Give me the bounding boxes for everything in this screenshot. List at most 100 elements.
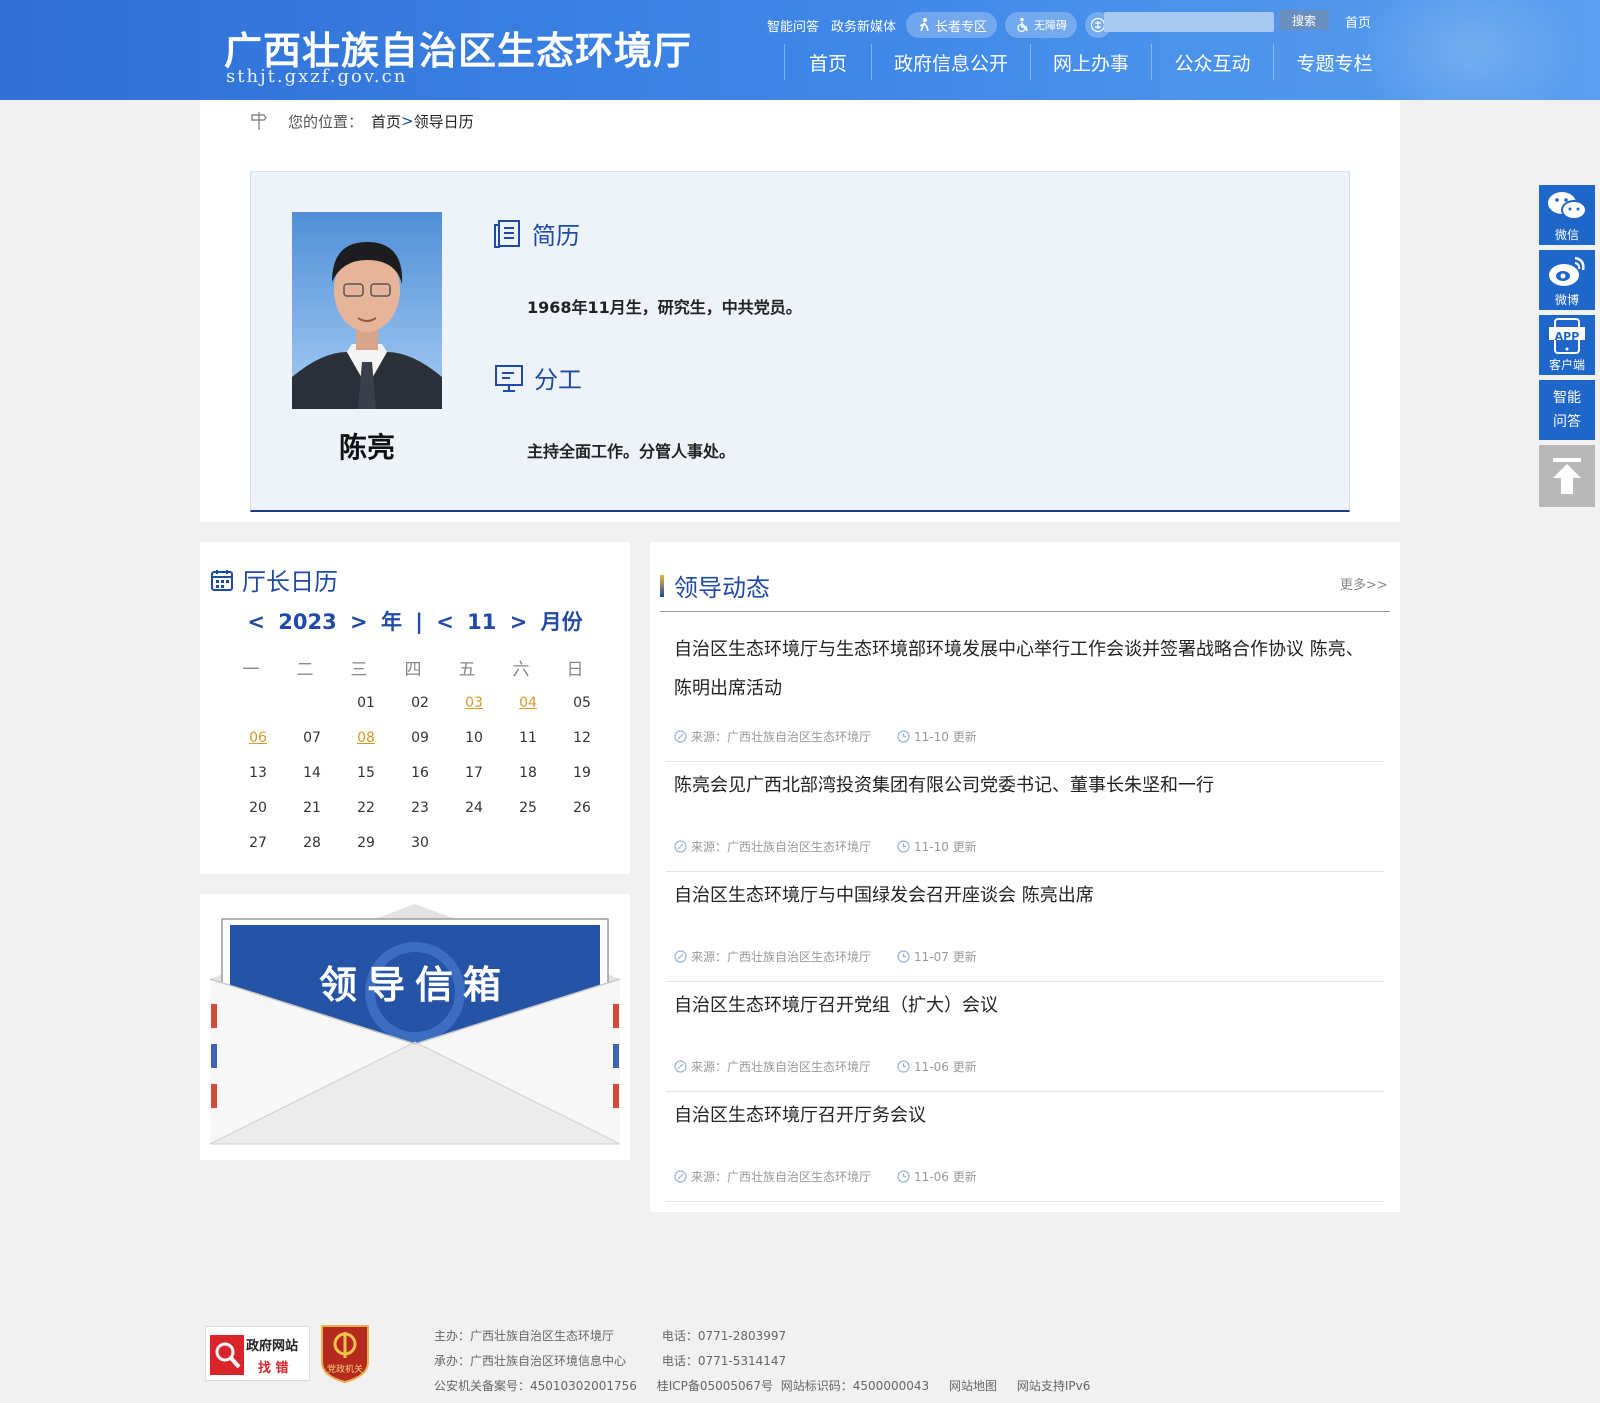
top-link-new-media[interactable]: 政务新媒体 [829,16,898,35]
arrow-up-icon [1553,458,1581,494]
news-more-link[interactable]: 更多>> [1340,574,1388,593]
resume-text: 1968年11月生，研究生，中共党员。 [527,298,802,317]
leader-mailbox-banner[interactable]: 领导信箱 [200,894,630,1160]
news-item-title[interactable]: 自治区生态环境厅与中国绿发会召开座谈会 陈亮出席 [674,876,1364,915]
calendar-day-grid: 01 02 03 04 05 06 07 08 09 10 11 12 13 14 15 16 17 18 19 20… [231,695,609,870]
side-app-label: 客户端 [1548,358,1585,372]
news-item-title[interactable]: 陈亮会见广西北部湾投资集团有限公司党委书记、董事长朱坚和一行 [674,766,1364,805]
prev-year-button[interactable]: < [247,610,265,634]
calendar-title: 厅长日历 [210,562,338,597]
weekday-label: 一 [242,660,260,680]
side-wechat-label: 微信 [1554,228,1579,242]
calendar-day: 14 [303,765,321,781]
news-title-label: 领导动态 [674,574,770,602]
top-home-link[interactable]: 首页 [1345,12,1371,31]
calendar-empty-cell [285,695,339,730]
search-input[interactable] [1104,12,1274,32]
year-value: 2023 [278,610,337,634]
source-icon [674,950,687,963]
nav-online-service[interactable]: 网上办事 [1030,44,1151,80]
breadcrumb-current[interactable]: 领导日历 [414,111,474,132]
news-item: 自治区生态环境厅与中国绿发会召开座谈会 陈亮出席 来源：广西壮族自治区生态环境厅… [666,872,1384,982]
leader-photo [292,212,442,409]
footer-icp[interactable]: 桂ICP备05005067号 [657,1374,773,1399]
back-to-top-button[interactable] [1539,445,1595,507]
party-gov-badge[interactable]: 党政机关 [318,1322,372,1384]
side-weibo-button[interactable]: 微博 [1539,250,1595,310]
calendar-day: 07 [303,730,321,746]
magnifier-icon [210,1335,244,1375]
calendar-day[interactable]: 03 [447,695,501,730]
portrait-image [292,212,442,409]
calendar-day: 19 [573,765,591,781]
news-source: 来源：广西壮族自治区生态环境厅 [691,730,872,744]
nav-public-interaction[interactable]: 公众互动 [1151,44,1273,80]
calendar-day: 17 [465,765,483,781]
clock-icon [897,840,910,853]
footer-host-tel: 电话：0771-2803997 [661,1329,787,1343]
calendar-day[interactable]: 06 [231,730,285,765]
calendar-day: 02 [411,695,429,711]
elder-zone-label: 长者专区 [935,19,988,35]
news-date: 11-06 更新 [914,1060,977,1074]
nav-gov-info[interactable]: 政府信息公开 [871,44,1030,80]
weekday-label: 二 [296,660,314,680]
calendar-day: 22 [357,800,375,816]
calendar-day: 29 [357,835,375,851]
breadcrumb-home[interactable]: 首页 [371,111,401,132]
news-item-title[interactable]: 自治区生态环境厅与生态环境部环境发展中心举行工作会谈并签署战略合作协议 陈亮、陈… [674,630,1364,708]
calendar-day: 24 [465,800,483,816]
calendar-day: 01 [357,695,375,711]
top-link-qa[interactable]: 智能问答 [765,16,821,35]
footer-police-record[interactable]: 公安机关备案号：45010302001756 [434,1374,637,1399]
site-header: 广西壮族自治区生态环境厅 sthjt.gxzf.gov.cn 智能问答 政务新媒… [0,0,1600,100]
calendar-day: 16 [411,765,429,781]
side-qa-button[interactable]: 智能 问答 [1539,380,1595,440]
news-item-meta: 来源：广西壮族自治区生态环境厅 11-10 更新 [674,838,977,855]
news-item-title[interactable]: 自治区生态环境厅召开党组（扩大）会议 [674,986,1364,1025]
news-item: 自治区生态环境厅召开党组（扩大）会议 来源：广西壮族自治区生态环境厅 11-06… [666,982,1384,1092]
search-button[interactable]: 搜索 [1279,10,1329,30]
news-item: 陈亮会见广西北部湾投资集团有限公司党委书记、董事长朱坚和一行 来源：广西壮族自治… [666,762,1384,872]
side-weibo-label: 微博 [1554,293,1579,307]
source-icon [674,840,687,853]
calendar-navigator: < 2023 > 年 | < 11 > 月份 [200,606,630,636]
prev-month-button[interactable]: < [436,610,454,634]
nav-home[interactable]: 首页 [784,44,871,80]
news-item-meta: 来源：广西壮族自治区生态环境厅 11-10 更新 [674,728,977,745]
clock-icon [897,730,910,743]
duty-heading-label: 分工 [534,366,582,394]
calendar-weekday-header: 一 二 三 四 五 六 日 [224,655,602,680]
gov-site-error-report-badge[interactable]: 政府网站 找 错 [205,1326,310,1381]
calendar-day: 21 [303,800,321,816]
footer-undertaker-tel: 电话：0771-5314147 [661,1354,787,1368]
news-date: 11-10 更新 [914,840,977,854]
calendar-day: 26 [573,800,591,816]
footer-sitemap[interactable]: 网站地图 [949,1374,997,1399]
news-divider [660,611,1390,612]
calendar-day[interactable]: 04 [501,695,555,730]
news-item-title[interactable]: 自治区生态环境厅召开厅务会议 [674,1096,1364,1135]
calendar-day: 20 [249,800,267,816]
accessibility-button[interactable]: 无障碍 [1005,12,1078,38]
news-date: 11-06 更新 [914,1170,977,1184]
news-title: 领导动态 [660,568,770,603]
calendar-day[interactable]: 08 [339,730,393,765]
footer-host: 主办：广西壮族自治区生态环境厅 [434,1329,615,1343]
weekday-label: 日 [566,660,584,680]
nav-special-topics[interactable]: 专题专栏 [1273,44,1395,80]
clock-icon [897,1060,910,1073]
elder-zone-button[interactable]: 长者专区 [906,12,998,38]
next-month-button[interactable]: > [510,610,528,634]
side-wechat-button[interactable]: 微信 [1539,185,1595,245]
month-suffix: 月份 [540,610,583,634]
source-icon [674,730,687,743]
news-item-meta: 来源：广西壮族自治区生态环境厅 11-07 更新 [674,948,977,965]
side-app-button[interactable]: APP 客户端 [1539,315,1595,375]
weekday-label: 三 [350,660,368,680]
footer-undertaker: 承办：广西壮族自治区环境信息中心 [434,1354,627,1368]
breadcrumb-label: 您的位置： [288,112,364,131]
next-year-button[interactable]: > [350,610,368,634]
calendar-day: 12 [573,730,591,746]
year-suffix: 年 [380,610,402,634]
